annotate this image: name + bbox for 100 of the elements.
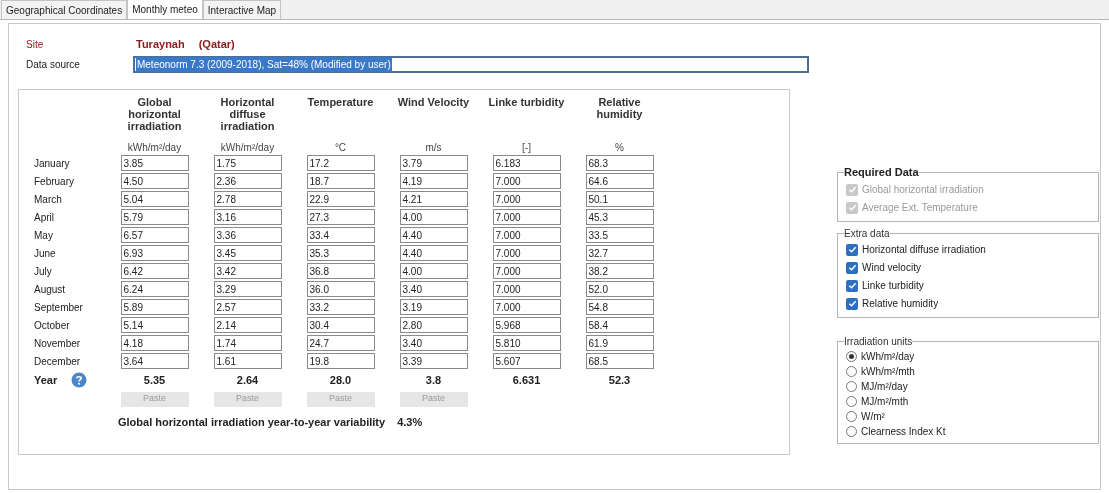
year-value: 2.64 (235, 372, 260, 388)
value-field[interactable]: 50.1 (585, 191, 654, 207)
site-label: Site (26, 37, 45, 52)
value-field[interactable]: 2.57 (213, 299, 282, 315)
value-field[interactable]: 3.85 (120, 155, 189, 171)
value-field[interactable]: 35.3 (306, 245, 375, 261)
value-field[interactable]: 33.4 (306, 227, 375, 243)
value-field[interactable]: 17.2 (306, 155, 375, 171)
month-label: May (34, 228, 54, 243)
unit-label: kWh/m²/day (220, 141, 275, 154)
value-field[interactable]: 36.8 (306, 263, 375, 279)
value-field[interactable]: 2.78 (213, 191, 282, 207)
value-field[interactable]: 24.7 (306, 335, 375, 351)
value-field[interactable]: 5.79 (120, 209, 189, 225)
variability-value: 4.3% (397, 415, 423, 430)
column-header: Wind Velocity (396, 96, 471, 110)
value-field[interactable]: 27.3 (306, 209, 375, 225)
value-field[interactable]: 6.93 (120, 245, 189, 261)
value-field[interactable]: 22.9 (306, 191, 375, 207)
value-field[interactable]: 7.000 (492, 245, 561, 261)
tab[interactable]: Monthly meteo (127, 0, 203, 19)
value-field[interactable]: 52.0 (585, 281, 654, 297)
value-field[interactable]: 2.80 (399, 317, 468, 333)
value-field[interactable]: 7.000 (492, 173, 561, 189)
value-field[interactable]: 4.19 (399, 173, 468, 189)
value-field[interactable]: 5.810 (492, 335, 561, 351)
radio-label: W/m² (861, 409, 885, 424)
value-field[interactable]: 6.42 (120, 263, 189, 279)
value-field[interactable]: 3.45 (213, 245, 282, 261)
value-field[interactable]: 3.42 (213, 263, 282, 279)
value-field[interactable]: 7.000 (492, 209, 561, 225)
value-field[interactable]: 33.5 (585, 227, 654, 243)
value-field[interactable]: 1.75 (213, 155, 282, 171)
year-value: 5.35 (142, 372, 167, 388)
value-field[interactable]: 68.3 (585, 155, 654, 171)
value-field[interactable]: 30.4 (306, 317, 375, 333)
value-field[interactable]: 3.29 (213, 281, 282, 297)
value-field[interactable]: 2.14 (213, 317, 282, 333)
value-field[interactable]: 3.40 (399, 335, 468, 351)
radio-label: kWh/m²/mth (861, 364, 915, 379)
month-label: March (34, 192, 63, 207)
value-field[interactable]: 5.968 (492, 317, 561, 333)
year-label: Year (34, 372, 58, 388)
value-field[interactable]: 4.00 (399, 263, 468, 279)
value-field[interactable]: 6.183 (492, 155, 561, 171)
month-label: June (34, 246, 57, 261)
value-field[interactable]: 3.19 (399, 299, 468, 315)
site-name: Turaynah (136, 36, 185, 52)
radio-label: MJ/m²/day (861, 379, 908, 394)
value-field[interactable]: 58.4 (585, 317, 654, 333)
column-header: Relative humidity (595, 96, 644, 122)
value-field[interactable]: 33.2 (306, 299, 375, 315)
group-title: Required Data (844, 165, 919, 180)
unit-label: m/s (425, 141, 442, 154)
value-field[interactable]: 3.79 (399, 155, 468, 171)
radio-label: MJ/m²/mth (861, 394, 909, 409)
value-field[interactable]: 6.24 (120, 281, 189, 297)
value-field[interactable]: 1.74 (213, 335, 282, 351)
value-field[interactable]: 54.8 (585, 299, 654, 315)
value-field[interactable]: 4.00 (399, 209, 468, 225)
value-field[interactable]: 6.57 (120, 227, 189, 243)
value-field[interactable]: 7.000 (492, 299, 561, 315)
value-field[interactable]: 36.0 (306, 281, 375, 297)
value-field[interactable]: 3.16 (213, 209, 282, 225)
value-field[interactable]: 3.40 (399, 281, 468, 297)
value-field[interactable]: 19.8 (306, 353, 375, 369)
data-source-field[interactable]: Meteonorm 7.3 (2009-2018), Sat=48% (Modified by user) (132, 56, 809, 73)
value-field[interactable]: 32.7 (585, 245, 654, 261)
value-field[interactable]: 38.2 (585, 263, 654, 279)
value-field[interactable]: 4.18 (120, 335, 189, 351)
tab[interactable]: Geographical Coordinates (1, 0, 128, 19)
value-field[interactable]: 18.7 (306, 173, 375, 189)
value-field[interactable]: 4.50 (120, 173, 189, 189)
value-field[interactable]: 5.607 (492, 353, 561, 369)
value-field[interactable]: 3.64 (120, 353, 189, 369)
value-field[interactable]: 5.14 (120, 317, 189, 333)
group-title: Extra data (844, 226, 890, 241)
value-field[interactable]: 7.000 (492, 281, 561, 297)
value-field[interactable]: 4.40 (399, 227, 468, 243)
radio-label: Clearness Index Kt (861, 424, 946, 439)
value-field[interactable]: 2.36 (213, 173, 282, 189)
value-field[interactable]: 3.39 (399, 353, 468, 369)
tab[interactable]: Interactive Map (202, 0, 282, 19)
value-field[interactable]: 5.89 (120, 299, 189, 315)
value-field[interactable]: 4.40 (399, 245, 468, 261)
group-title: Irradiation units (844, 334, 913, 349)
year-value: 52.3 (607, 372, 632, 388)
value-field[interactable]: 5.04 (120, 191, 189, 207)
value-field[interactable]: 7.000 (492, 227, 561, 243)
value-field[interactable]: 1.61 (213, 353, 282, 369)
value-field[interactable]: 61.9 (585, 335, 654, 351)
value-field[interactable]: 7.000 (492, 191, 561, 207)
value-field[interactable]: 45.3 (585, 209, 654, 225)
value-field[interactable]: 7.000 (492, 263, 561, 279)
value-field[interactable]: 4.21 (399, 191, 468, 207)
value-field[interactable]: 3.36 (213, 227, 282, 243)
value-field[interactable]: 64.6 (585, 173, 654, 189)
month-label: November (34, 336, 82, 351)
month-label: August (34, 282, 67, 297)
value-field[interactable]: 68.5 (585, 353, 654, 369)
